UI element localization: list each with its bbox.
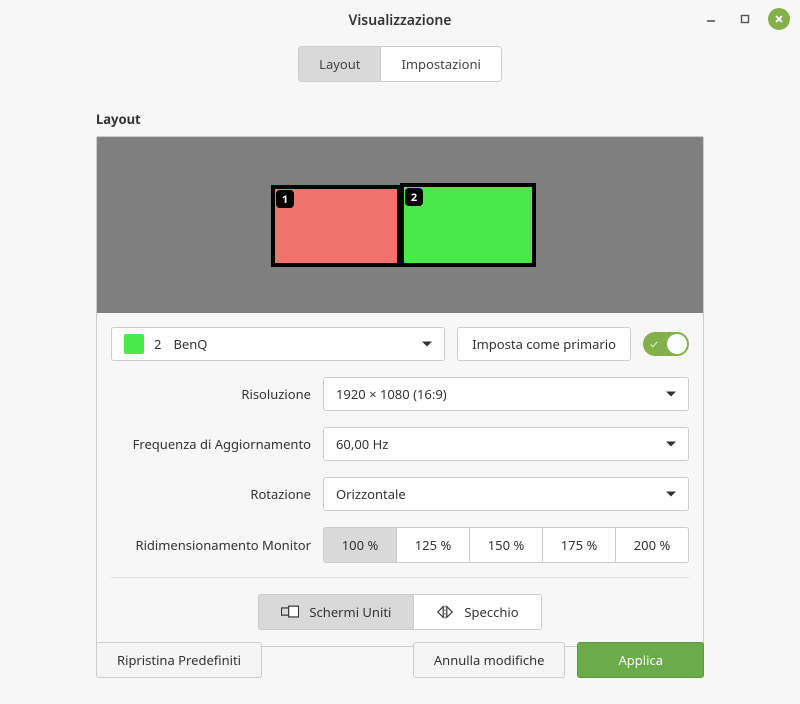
maximize-button[interactable] <box>734 8 756 30</box>
close-button[interactable] <box>768 8 790 30</box>
monitor-canvas: 1 2 <box>97 137 703 313</box>
monitor-badge-1: 1 <box>276 190 294 208</box>
monitor-1[interactable]: 1 <box>271 185 401 267</box>
tab-group: Layout Impostazioni <box>298 46 502 82</box>
refresh-select[interactable]: 60,00 Hz <box>323 427 689 461</box>
monitor-color-swatch <box>124 334 144 354</box>
monitor-2[interactable]: 2 <box>400 183 536 267</box>
scale-200[interactable]: 200 % <box>615 528 688 562</box>
resolution-value: 1920 × 1080 (16:9) <box>336 385 447 403</box>
refresh-row: Frequenza di Aggiornamento 60,00 Hz <box>97 419 703 469</box>
monitor-select-row: 2 BenQ Imposta come primario ✓ <box>97 313 703 369</box>
rotation-value: Orizzontale <box>336 485 406 503</box>
section-title: Layout <box>0 92 800 136</box>
spacer <box>274 642 401 678</box>
rotation-row: Rotazione Orizzontale <box>97 469 703 519</box>
tab-layout[interactable]: Layout <box>299 47 380 81</box>
cancel-button[interactable]: Annulla modifiche <box>413 642 566 678</box>
refresh-value: 60,00 Hz <box>336 435 388 453</box>
set-primary-button[interactable]: Imposta come primario <box>457 327 631 361</box>
scale-group: 100 % 125 % 150 % 175 % 200 % <box>323 527 689 563</box>
monitor-enabled-toggle[interactable]: ✓ <box>643 332 689 356</box>
scale-175[interactable]: 175 % <box>542 528 615 562</box>
scale-125[interactable]: 125 % <box>396 528 469 562</box>
rotation-label: Rotazione <box>111 485 311 503</box>
restore-defaults-button[interactable]: Ripristina Predefiniti <box>96 642 262 678</box>
layout-panel: 1 2 2 BenQ Imposta come primario ✓ Risol… <box>96 136 704 647</box>
minimize-button[interactable] <box>700 8 722 30</box>
divider <box>111 577 689 578</box>
monitor-badge-2: 2 <box>405 188 423 206</box>
check-icon: ✓ <box>650 337 658 352</box>
joined-displays-label: Schermi Uniti <box>309 603 391 621</box>
monitor-name: BenQ <box>173 335 207 353</box>
display-mode-group: Schermi Uniti Specchio <box>258 594 541 630</box>
resolution-select[interactable]: 1920 × 1080 (16:9) <box>323 377 689 411</box>
joined-displays-button[interactable]: Schermi Uniti <box>259 595 413 629</box>
scale-100[interactable]: 100 % <box>324 528 396 562</box>
monitor-number: 2 <box>154 335 161 353</box>
window-buttons <box>700 8 790 30</box>
mirror-displays-label: Specchio <box>464 603 518 621</box>
display-mode-row: Schermi Uniti Specchio <box>97 584 703 646</box>
resolution-row: Risoluzione 1920 × 1080 (16:9) <box>97 369 703 419</box>
joined-displays-icon <box>281 605 299 619</box>
mirror-displays-button[interactable]: Specchio <box>413 595 540 629</box>
refresh-label: Frequenza di Aggiornamento <box>111 435 311 453</box>
scale-row: Ridimensionamento Monitor 100 % 125 % 15… <box>97 519 703 571</box>
titlebar: Visualizzazione <box>0 0 800 40</box>
scale-150[interactable]: 150 % <box>469 528 542 562</box>
window-title: Visualizzazione <box>349 11 452 30</box>
resolution-label: Risoluzione <box>111 385 311 403</box>
mirror-displays-icon <box>436 605 454 619</box>
tab-settings[interactable]: Impostazioni <box>380 47 500 81</box>
rotation-select[interactable]: Orizzontale <box>323 477 689 511</box>
toggle-knob <box>667 334 687 354</box>
apply-button[interactable]: Applica <box>577 642 704 678</box>
monitor-select[interactable]: 2 BenQ <box>111 327 445 361</box>
scale-label: Ridimensionamento Monitor <box>111 536 311 554</box>
tab-bar: Layout Impostazioni <box>0 40 800 92</box>
footer: Ripristina Predefiniti Annulla modifiche… <box>96 642 704 678</box>
